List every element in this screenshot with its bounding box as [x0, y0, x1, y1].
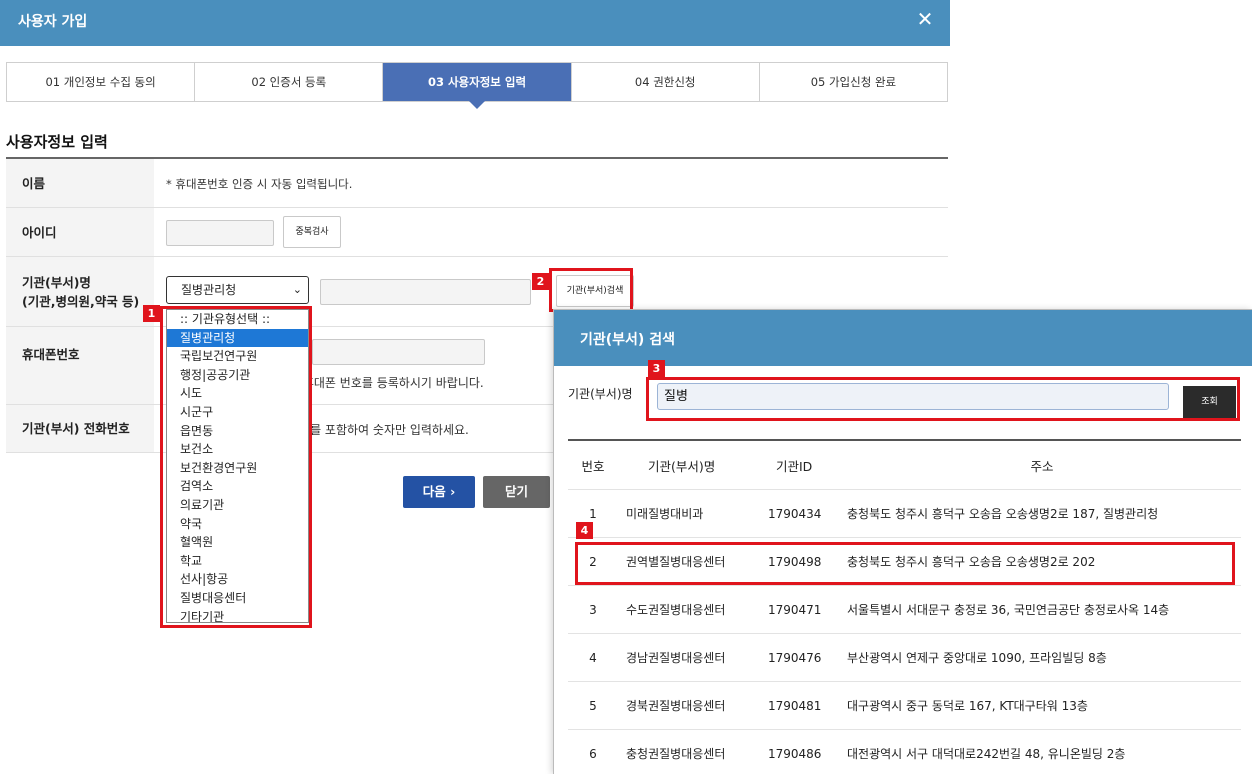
dropdown-option[interactable]: 행정|공공기관 — [167, 366, 308, 385]
col-header-id: 기관ID — [776, 458, 813, 474]
callout-number-1: 1 — [143, 305, 160, 322]
dropdown-option[interactable]: 약국 — [167, 515, 308, 534]
result-org-name: 수도권질병대응센터 — [626, 603, 726, 617]
dup-check-button[interactable]: 중복검사 — [283, 216, 341, 248]
dropdown-option[interactable]: :: 기관유형선택 :: — [167, 310, 308, 329]
result-row[interactable]: 3 수도권질병대응센터 1790471 서울특별시 서대문구 충정로 36, 국민연금… — [568, 586, 1241, 634]
form-row-id: 아이디 중복검사 — [6, 208, 948, 257]
result-address: 대구광역시 중구 동덕로 167, KT대구타워 13층 — [847, 699, 1088, 713]
user-info-form: 이름 * 휴대폰번호 인증 시 자동 입력됩니다. 아이디 중복검사 기관(부서… — [6, 157, 948, 453]
phone-label: 휴대폰번호 — [6, 327, 154, 404]
step-3-active: 03 사용자정보 입력 — [383, 63, 572, 109]
col-header-address: 주소 — [1030, 458, 1054, 474]
callout-number-4: 4 — [576, 522, 593, 539]
result-row[interactable]: 1 미래질병대비과 1790434 충청북도 청주시 흥덕구 오송읍 오송생명2로 1… — [568, 490, 1241, 538]
col-header-name: 기관(부서)명 — [648, 458, 716, 474]
org-label: 기관(부서)명 (기관,병의원,약국 등) — [6, 257, 154, 326]
result-table-header: 번호 기관(부서)명 기관ID 주소 — [568, 441, 1241, 490]
result-address: 충청북도 청주시 흥덕구 오송읍 오송생명2로 202 — [847, 555, 1096, 569]
result-no: 5 — [589, 698, 597, 713]
dropdown-option[interactable]: 검역소 — [167, 477, 308, 496]
popup-title: 기관(부서) 검색 — [580, 332, 675, 348]
name-hint: * 휴대폰번호 인증 시 자동 입력됩니다. — [166, 177, 353, 191]
close-icon[interactable]: ✕ — [914, 8, 936, 30]
result-address: 서울특별시 서대문구 충정로 36, 국민연금공단 충정로사옥 14층 — [847, 603, 1170, 617]
name-label: 이름 — [6, 159, 154, 207]
callout-number-3: 3 — [648, 360, 665, 377]
result-row[interactable]: 2 권역별질병대응센터 1790498 충청북도 청주시 흥덕구 오송읍 오송생명2로… — [568, 538, 1241, 586]
result-table: 번호 기관(부서)명 기관ID 주소 1 미래질병대비과 1790434 충청북도 청… — [568, 439, 1241, 774]
step-2: 02 인증서 등록 — [195, 63, 384, 101]
result-org-id: 1790434 — [768, 506, 822, 521]
section-title: 사용자정보 입력 — [6, 133, 108, 151]
dropdown-option[interactable]: 학교 — [167, 552, 308, 571]
dropdown-option[interactable]: 국립보건연구원 — [167, 347, 308, 366]
result-no: 2 — [589, 554, 597, 569]
result-org-id: 1790471 — [768, 602, 822, 617]
result-address: 대전광역시 서구 대덕대로242번길 48, 유니온빌딩 2층 — [847, 747, 1126, 761]
dropdown-option[interactable]: 기타기관 — [167, 608, 308, 623]
dropdown-option[interactable]: 시군구 — [167, 403, 308, 422]
tel-label: 기관(부서) 전화번호 — [6, 405, 154, 452]
next-button[interactable]: 다음 › — [403, 476, 475, 508]
result-org-id: 1790481 — [768, 698, 822, 713]
close-button[interactable]: 닫기 — [483, 476, 550, 508]
phone-hint: 인 휴대폰 번호를 등록하시기 바랍니다. — [288, 376, 484, 390]
result-org-id: 1790476 — [768, 650, 822, 665]
org-search-button[interactable]: 기관(부서)검색 — [556, 275, 634, 307]
org-name-input[interactable] — [320, 279, 531, 305]
id-label: 아이디 — [6, 208, 154, 256]
id-input[interactable] — [166, 220, 274, 246]
modal-title: 사용자 가입 — [18, 14, 88, 30]
dropdown-option[interactable]: 시도 — [167, 384, 308, 403]
result-address: 충청북도 청주시 흥덕구 오송읍 오송생명2로 187, 질병관리청 — [847, 507, 1159, 521]
result-org-id: 1790486 — [768, 746, 822, 761]
popup-header: 기관(부서) 검색 — [554, 310, 1252, 366]
popup-search-input[interactable]: 질병 — [657, 383, 1169, 410]
chevron-down-icon: ⌄ — [292, 283, 302, 296]
tel-hint: 번호를 포함하여 숫자만 입력하세요. — [288, 423, 469, 437]
org-type-selected-value: 질병관리청 — [181, 283, 237, 297]
result-org-name: 권역별질병대응센터 — [626, 555, 726, 569]
step-tabs: 01 개인정보 수집 동의 02 인증서 등록 03 사용자정보 입력 04 권… — [6, 62, 948, 109]
result-org-name: 경남권질병대응센터 — [626, 651, 726, 665]
result-row[interactable]: 5 경북권질병대응센터 1790481 대구광역시 중구 동덕로 167, KT대구타… — [568, 682, 1241, 730]
callout-number-2: 2 — [532, 273, 549, 290]
dropdown-option[interactable]: 선사|항공 — [167, 570, 308, 589]
form-row-name: 이름 * 휴대폰번호 인증 시 자동 입력됩니다. — [6, 159, 948, 208]
dropdown-option[interactable]: 읍면동 — [167, 422, 308, 441]
step-4: 04 권한신청 — [571, 63, 760, 101]
dropdown-option[interactable]: 보건환경연구원 — [167, 459, 308, 478]
result-no: 6 — [589, 746, 597, 761]
org-label-line2: (기관,병의원,약국 등) — [22, 293, 140, 309]
dropdown-option[interactable]: 보건소 — [167, 440, 308, 459]
col-header-no: 번호 — [581, 458, 605, 474]
dropdown-option[interactable]: 혈액원 — [167, 533, 308, 552]
result-org-id: 1790498 — [768, 554, 822, 569]
dropdown-option[interactable]: 의료기관 — [167, 496, 308, 515]
dropdown-option[interactable]: 질병관리청 — [167, 328, 308, 348]
org-label-line1: 기관(부서)명 — [22, 274, 91, 290]
result-row[interactable]: 6 충청권질병대응센터 1790486 대전광역시 서구 대덕대로242번길 48, … — [568, 730, 1241, 774]
modal-header: 사용자 가입 ✕ — [0, 0, 950, 46]
result-no: 4 — [589, 650, 597, 665]
step-5: 05 가입신청 완료 — [759, 63, 948, 101]
org-type-select[interactable]: 질병관리청 ⌄ — [166, 276, 309, 304]
step-1: 01 개인정보 수집 동의 — [7, 63, 196, 101]
popup-search-label: 기관(부서)명 — [568, 387, 633, 401]
result-no: 3 — [589, 602, 597, 617]
result-org-name: 미래질병대비과 — [626, 507, 704, 521]
result-address: 부산광역시 연제구 중앙대로 1090, 프라임빌딩 8층 — [847, 651, 1107, 665]
result-org-name: 경북권질병대응센터 — [626, 699, 726, 713]
dropdown-option[interactable]: 질병대응센터 — [167, 589, 308, 608]
org-type-dropdown-list: :: 기관유형선택 :: 질병관리청 국립보건연구원 행정|공공기관 시도 시군구 읍면동 보… — [166, 309, 309, 623]
org-search-popup: 기관(부서) 검색 기관(부서)명 질병 조회 번호 기관(부서)명 기관ID … — [553, 309, 1252, 774]
result-row[interactable]: 4 경남권질병대응센터 1790476 부산광역시 연제구 중앙대로 1090, 프라… — [568, 634, 1241, 682]
popup-search-button[interactable]: 조회 — [1183, 386, 1236, 418]
result-org-name: 충청권질병대응센터 — [626, 747, 726, 761]
phone-input[interactable] — [312, 339, 485, 365]
